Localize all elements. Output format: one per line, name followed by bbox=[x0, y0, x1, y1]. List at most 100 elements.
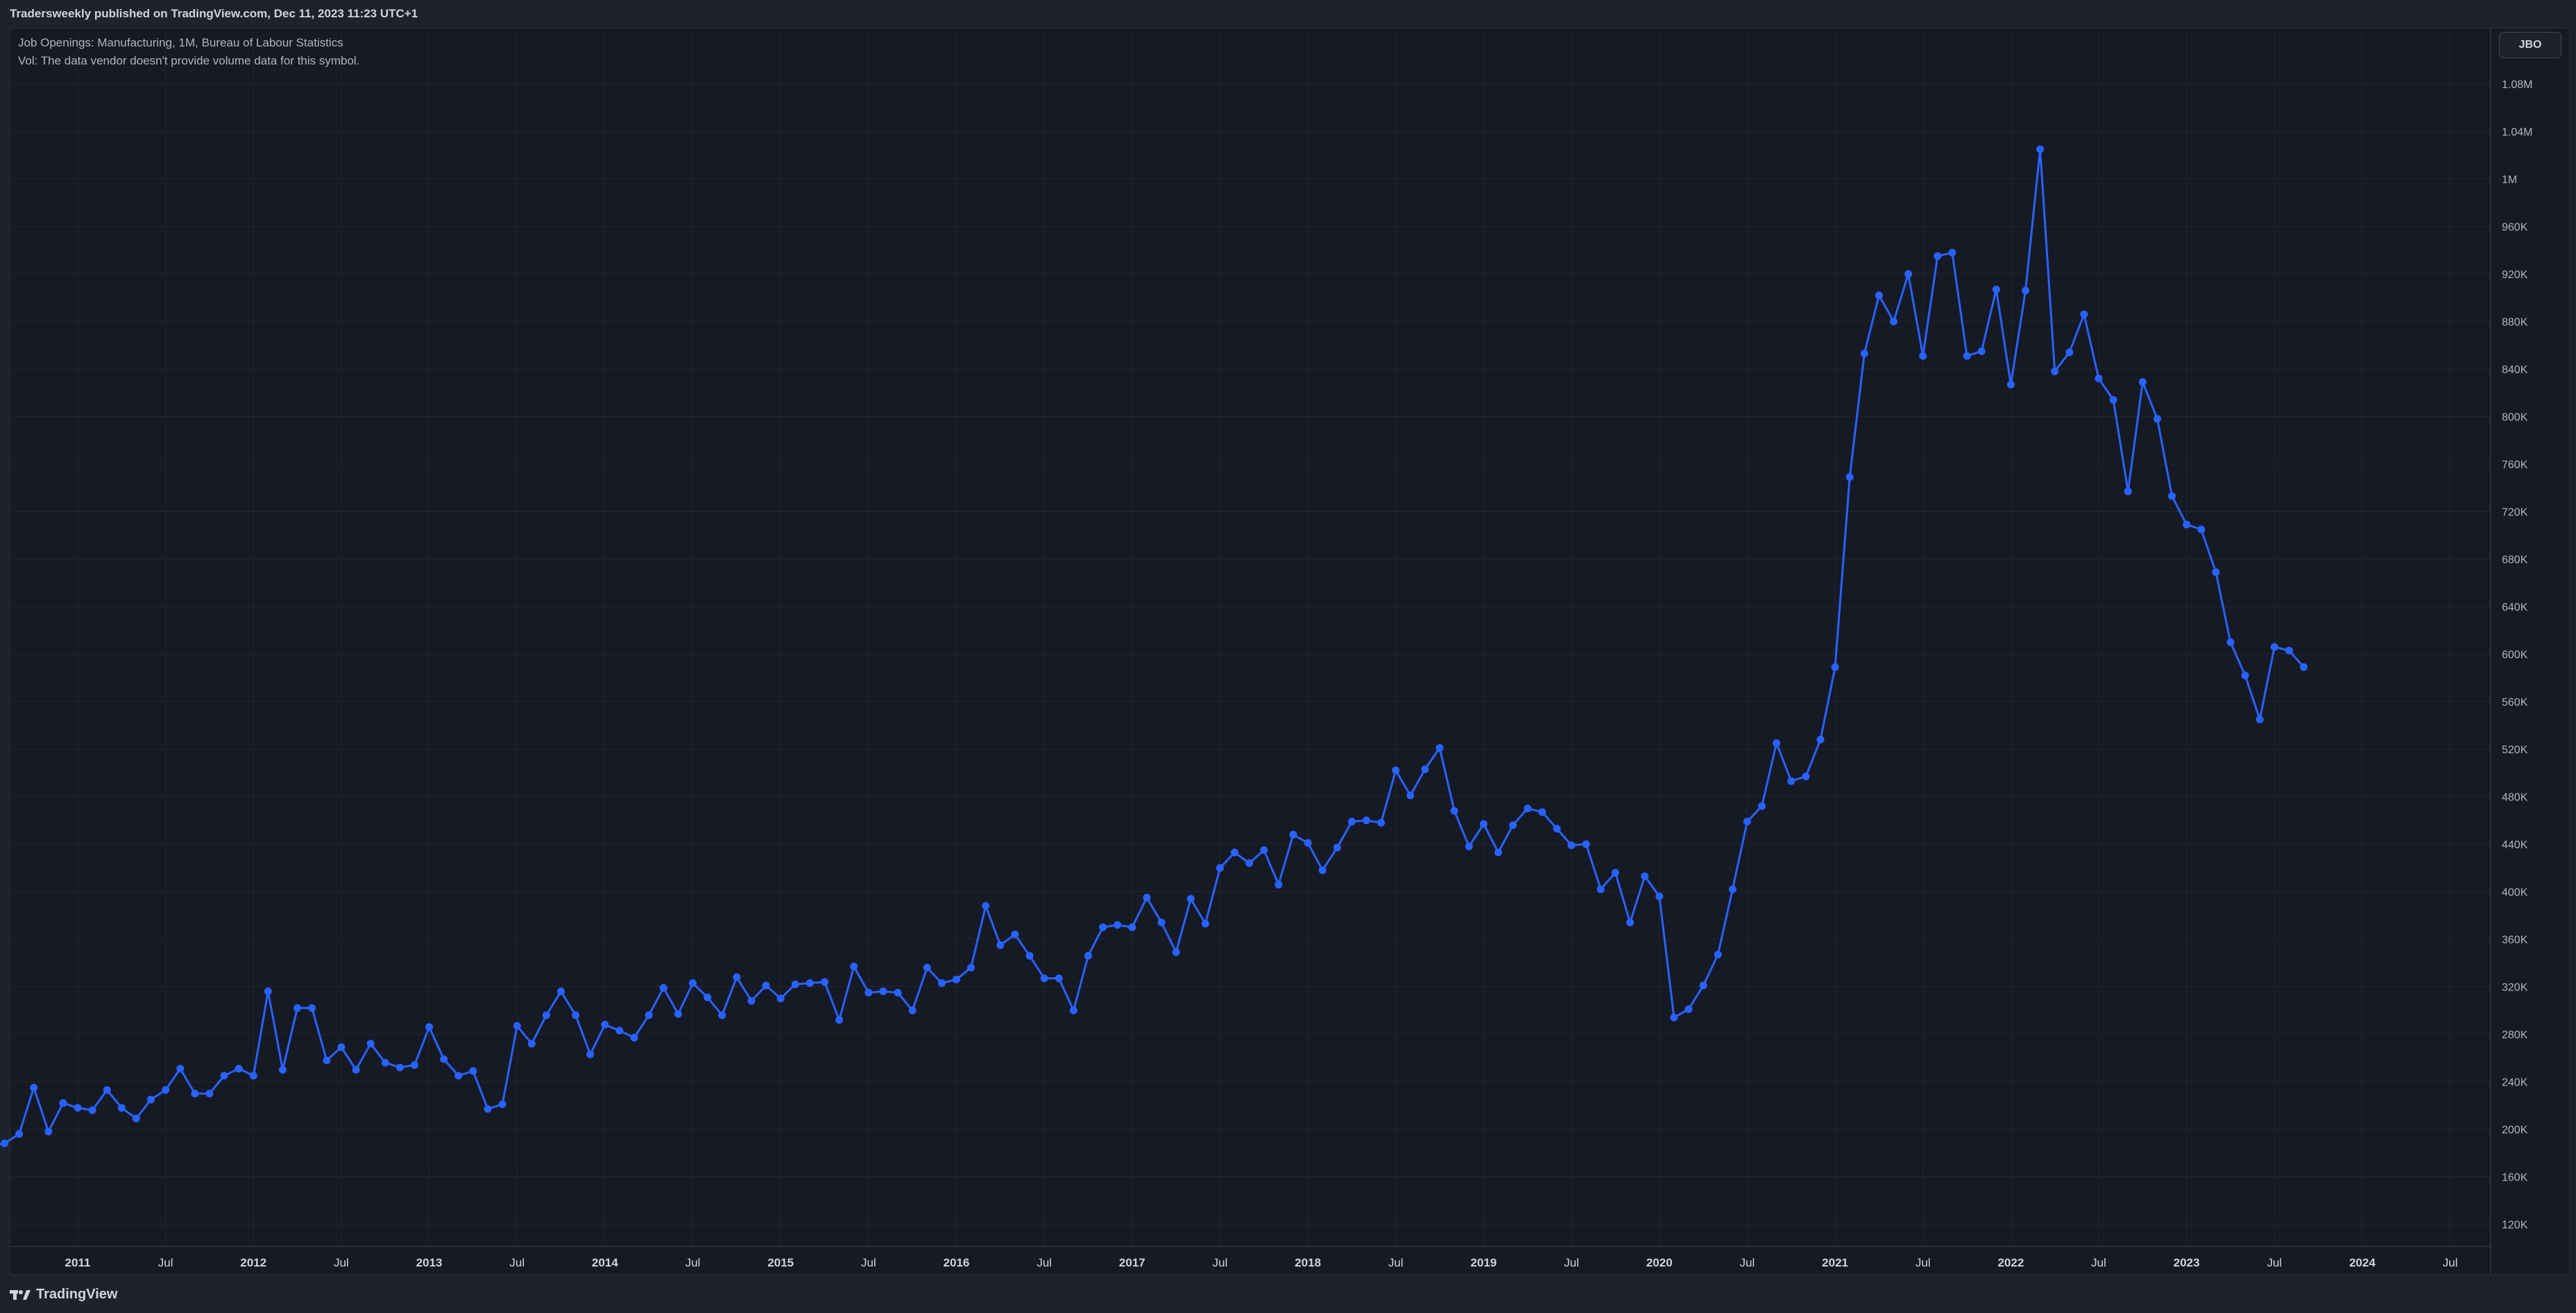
data-point[interactable] bbox=[2080, 310, 2088, 318]
data-point[interactable] bbox=[147, 1095, 155, 1104]
data-point[interactable] bbox=[1524, 805, 1532, 813]
data-point[interactable] bbox=[74, 1104, 82, 1112]
data-point[interactable] bbox=[543, 1011, 550, 1020]
data-point[interactable] bbox=[1480, 820, 1487, 828]
data-point[interactable] bbox=[1348, 818, 1356, 825]
data-point[interactable] bbox=[395, 1063, 404, 1072]
data-point[interactable] bbox=[2109, 396, 2117, 404]
data-point[interactable] bbox=[557, 987, 565, 995]
data-point[interactable] bbox=[1904, 270, 1913, 278]
data-point[interactable] bbox=[1743, 818, 1751, 825]
data-point[interactable] bbox=[2270, 643, 2278, 651]
data-point[interactable] bbox=[220, 1072, 228, 1080]
data-point[interactable] bbox=[894, 988, 902, 997]
data-point[interactable] bbox=[1684, 1005, 1693, 1013]
data-point[interactable] bbox=[1670, 1013, 1678, 1022]
data-point[interactable] bbox=[469, 1067, 477, 1075]
data-point[interactable] bbox=[1143, 893, 1151, 902]
data-point[interactable] bbox=[1186, 895, 1195, 903]
data-point[interactable] bbox=[982, 902, 990, 910]
data-point[interactable] bbox=[1450, 807, 1458, 815]
data-point[interactable] bbox=[1216, 864, 1224, 872]
data-point[interactable] bbox=[1875, 291, 1883, 300]
data-point[interactable] bbox=[1758, 802, 1766, 810]
data-point[interactable] bbox=[1963, 352, 1971, 360]
data-point[interactable] bbox=[308, 1004, 316, 1012]
data-point[interactable] bbox=[1655, 892, 1664, 900]
data-point[interactable] bbox=[1392, 766, 1400, 775]
data-point[interactable] bbox=[1025, 952, 1034, 960]
data-point[interactable] bbox=[1728, 885, 1737, 893]
data-point[interactable] bbox=[879, 987, 887, 995]
data-point[interactable] bbox=[2168, 492, 2176, 500]
data-point[interactable] bbox=[15, 1130, 24, 1138]
data-point[interactable] bbox=[1157, 918, 1166, 927]
data-point[interactable] bbox=[2051, 367, 2059, 375]
data-point[interactable] bbox=[953, 975, 960, 984]
data-point[interactable] bbox=[1201, 920, 1209, 928]
symbol-badge[interactable]: JBO bbox=[2499, 32, 2561, 58]
data-point[interactable] bbox=[2197, 525, 2206, 533]
data-point[interactable] bbox=[59, 1099, 67, 1107]
data-point[interactable] bbox=[1333, 843, 1341, 852]
data-point[interactable] bbox=[454, 1072, 463, 1080]
data-point[interactable] bbox=[440, 1055, 448, 1063]
data-point[interactable] bbox=[1977, 347, 1986, 355]
data-point[interactable] bbox=[1626, 918, 1635, 927]
data-point[interactable] bbox=[1919, 352, 1927, 360]
data-point[interactable] bbox=[908, 1006, 916, 1015]
data-point[interactable] bbox=[864, 988, 873, 997]
data-point[interactable] bbox=[805, 979, 814, 987]
data-point[interactable] bbox=[323, 1056, 331, 1065]
data-point[interactable] bbox=[1260, 846, 1268, 855]
data-point[interactable] bbox=[1304, 839, 1312, 847]
data-point[interactable] bbox=[1084, 952, 1092, 960]
data-point[interactable] bbox=[293, 1004, 302, 1012]
data-point[interactable] bbox=[1992, 285, 2000, 293]
data-point[interactable] bbox=[2022, 286, 2029, 295]
data-point[interactable] bbox=[1289, 830, 1297, 839]
data-point[interactable] bbox=[1567, 841, 1576, 850]
data-point[interactable] bbox=[1, 1140, 8, 1147]
data-point[interactable] bbox=[1699, 981, 1707, 990]
data-point[interactable] bbox=[2226, 638, 2235, 646]
data-point[interactable] bbox=[1802, 772, 1810, 780]
data-point[interactable] bbox=[1948, 248, 1956, 257]
data-point[interactable] bbox=[337, 1043, 346, 1052]
data-point[interactable] bbox=[2212, 568, 2220, 576]
data-point[interactable] bbox=[264, 987, 272, 995]
price-chart[interactable]: 120K 160K 200K 240K 280K 320K 360K 400K 440K 480K… bbox=[0, 0, 2576, 1313]
data-point[interactable] bbox=[1435, 744, 1444, 752]
data-point[interactable] bbox=[659, 984, 667, 992]
data-point[interactable] bbox=[733, 973, 741, 981]
data-point[interactable] bbox=[630, 1033, 638, 1042]
data-point[interactable] bbox=[1890, 318, 1897, 325]
data-point[interactable] bbox=[2255, 715, 2264, 723]
data-point[interactable] bbox=[674, 1010, 682, 1018]
data-point[interactable] bbox=[234, 1065, 243, 1073]
data-point[interactable] bbox=[1421, 765, 1429, 773]
data-point[interactable] bbox=[923, 963, 931, 972]
data-point[interactable] bbox=[191, 1090, 199, 1098]
data-point[interactable] bbox=[645, 1011, 653, 1020]
data-point[interactable] bbox=[2095, 375, 2103, 383]
data-point[interactable] bbox=[381, 1058, 389, 1067]
data-point[interactable] bbox=[1538, 808, 1546, 816]
data-point[interactable] bbox=[2036, 145, 2045, 153]
data-point[interactable] bbox=[1465, 842, 1473, 850]
data-point[interactable] bbox=[586, 1050, 595, 1058]
data-point[interactable] bbox=[513, 1022, 521, 1030]
data-point[interactable] bbox=[1494, 848, 1503, 857]
data-point[interactable] bbox=[1128, 923, 1136, 932]
data-point[interactable] bbox=[527, 1040, 536, 1048]
data-point[interactable] bbox=[762, 981, 770, 990]
data-point[interactable] bbox=[1641, 872, 1649, 880]
data-point[interactable] bbox=[366, 1040, 375, 1048]
data-point[interactable] bbox=[30, 1083, 38, 1092]
data-point[interactable] bbox=[2285, 646, 2293, 655]
data-point[interactable] bbox=[352, 1065, 360, 1074]
data-point[interactable] bbox=[2065, 348, 2074, 357]
data-point[interactable] bbox=[44, 1127, 53, 1135]
data-point[interactable] bbox=[747, 997, 756, 1005]
data-point[interactable] bbox=[1245, 859, 1254, 867]
